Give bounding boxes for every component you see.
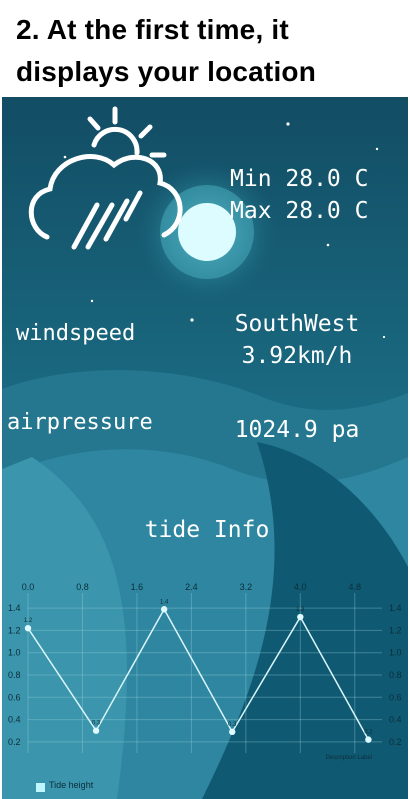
tide-point-label: 1.3	[296, 607, 305, 613]
star	[326, 243, 330, 247]
tide-point-label: 1.2	[24, 618, 33, 624]
tide-data-point	[92, 727, 100, 734]
y-tick-label-right: 1.2	[389, 625, 402, 635]
y-tick-label-left: 0.4	[8, 715, 21, 725]
tide-point-label: 0.2	[364, 730, 373, 736]
airpressure-value: 1024.9 pa	[234, 417, 360, 443]
x-tick-label: 4.8	[349, 582, 362, 592]
y-tick-label-right: 0.2	[389, 737, 402, 747]
star	[190, 318, 194, 322]
tide-data-point	[160, 606, 168, 613]
star	[382, 335, 386, 339]
y-tick-label-right: 1.0	[389, 648, 402, 658]
app-screen: Min 28.0 C Max 28.0 C windspeed SouthWes…	[2, 97, 408, 799]
x-tick-label: 1.6	[131, 582, 144, 592]
temp-min: Min 28.0 C	[230, 166, 369, 192]
y-tick-label-right: 1.4	[389, 603, 402, 613]
chart-description: Description Label	[326, 755, 372, 761]
y-tick-label-left: 1.0	[8, 648, 21, 658]
y-tick-label-right: 0.4	[389, 715, 402, 725]
star	[286, 122, 290, 126]
legend-swatch	[36, 783, 45, 792]
tide-data-point	[24, 625, 32, 632]
moon	[178, 203, 236, 261]
star	[375, 147, 379, 151]
tide-point-label: 1.4	[160, 599, 169, 605]
temp-max: Max 28.0 C	[230, 198, 369, 224]
x-tick-label: 0.8	[76, 582, 89, 592]
tide-data-point	[365, 736, 372, 743]
x-tick-label: 2.4	[185, 582, 198, 592]
tide-series-line	[27, 607, 370, 740]
airpressure-label: airpressure	[7, 410, 153, 435]
y-tick-label-left: 0.8	[8, 670, 21, 680]
y-tick-label-left: 0.2	[8, 737, 21, 747]
y-tick-label-right: 0.8	[389, 670, 402, 680]
wind-speed-value: 3.92km/h	[241, 343, 353, 369]
star	[63, 155, 67, 159]
star	[90, 299, 94, 303]
y-tick-label-right: 0.6	[389, 692, 402, 702]
caption: 2. At the first time, it displays your l…	[0, 0, 410, 97]
tide-data-point	[229, 728, 236, 736]
tide-point-label: 0.3	[228, 722, 237, 728]
caption-line-2: displays your location	[16, 56, 317, 87]
legend-label: Tide height	[49, 780, 94, 790]
y-tick-label-left: 0.6	[8, 692, 21, 702]
tide-data-point	[297, 613, 304, 621]
tide-point-label: 0.3	[92, 721, 101, 727]
tide-chart[interactable]: 0.0 0.8 1.6 2.4 3.2 4.0 4.8 0.2 0.2 0.4 0.4 0.6 0.6 0…	[2, 577, 408, 799]
y-tick-label-left: 1.4	[8, 603, 21, 613]
wind-direction: SouthWest	[234, 311, 360, 337]
caption-line-1: 2. At the first time, it	[16, 14, 289, 45]
y-tick-label-left: 1.2	[8, 625, 21, 635]
tide-title: tide Info	[144, 517, 270, 543]
x-tick-label: 0.0	[22, 582, 35, 592]
x-tick-label: 3.2	[240, 582, 253, 592]
x-tick-label: 4.0	[294, 582, 307, 592]
windspeed-label: windspeed	[16, 321, 136, 346]
